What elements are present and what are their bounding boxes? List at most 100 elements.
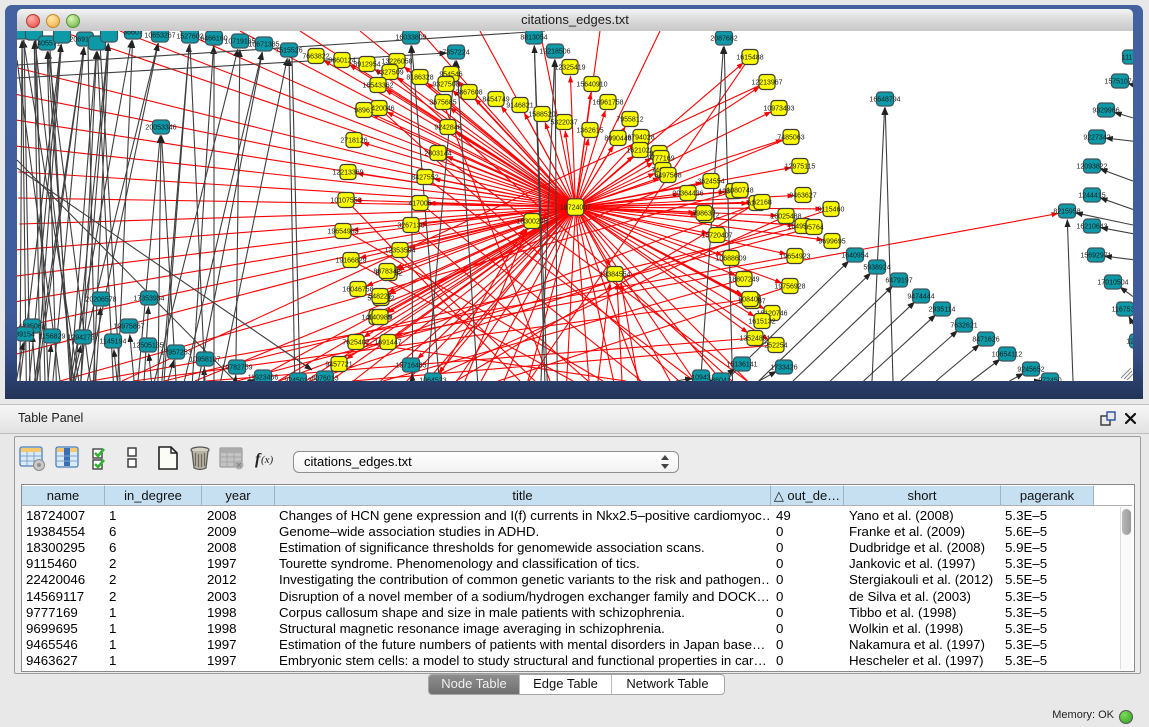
svg-text:10782759: 10782759 (221, 365, 252, 372)
svg-text:5938924: 5938924 (863, 265, 890, 272)
svg-text:9777169: 9777169 (647, 156, 674, 163)
svg-text:12353594: 12353594 (384, 248, 415, 255)
svg-text:7632621: 7632621 (950, 323, 977, 330)
svg-text:13524851: 13524851 (739, 336, 770, 343)
svg-text:8878342: 8878342 (373, 269, 400, 276)
svg-text:9146821: 9146821 (506, 103, 533, 110)
svg-text:1244415: 1244415 (1078, 193, 1105, 200)
svg-text:98961: 98961 (354, 108, 374, 115)
svg-text:20364436: 20364436 (672, 191, 703, 198)
svg-text:6794028: 6794028 (627, 135, 654, 142)
svg-text:8471626: 8471626 (972, 337, 999, 344)
svg-text:8912954: 8912954 (353, 62, 380, 69)
svg-text:15751074: 15751074 (1104, 79, 1133, 86)
svg-text:10943: 10943 (691, 375, 711, 381)
svg-text:19218506: 19218506 (539, 49, 570, 56)
svg-text:1362615: 1362615 (576, 128, 603, 135)
svg-text:2935114: 2935114 (929, 307, 956, 314)
svg-text:10973493: 10973493 (763, 106, 794, 113)
svg-text:972450: 972450 (1038, 378, 1061, 381)
svg-text:19654983: 19654983 (327, 229, 358, 236)
svg-text:908406: 908406 (738, 297, 761, 304)
svg-text:9327508: 9327508 (432, 82, 459, 89)
svg-text:16648794: 16648794 (869, 97, 900, 104)
svg-text:1733426: 1733426 (770, 365, 797, 372)
svg-text:18807249: 18807249 (728, 277, 759, 284)
svg-text:12093822: 12093822 (1076, 164, 1107, 171)
svg-text:2718126: 2718126 (340, 138, 367, 145)
svg-text:9327509: 9327509 (376, 70, 403, 77)
svg-text:548222: 548222 (368, 294, 391, 301)
svg-text:18300295: 18300295 (516, 219, 547, 226)
svg-text:5322037: 5322037 (550, 120, 577, 127)
svg-text:798637: 798637 (692, 211, 715, 218)
svg-text:19756928: 19756928 (774, 284, 805, 291)
svg-text:9242848: 9242848 (434, 125, 461, 132)
svg-text:3267130: 3267130 (397, 223, 424, 230)
svg-text:9860124: 9860124 (328, 58, 355, 65)
svg-text:12505135: 12505135 (132, 343, 163, 350)
svg-text:11172: 11172 (1122, 55, 1133, 62)
svg-text:7625402: 7625402 (342, 340, 369, 347)
svg-text:9474444: 9474444 (907, 294, 934, 301)
svg-text:15720407: 15720407 (701, 233, 732, 240)
svg-text:2087682: 2087682 (710, 36, 737, 43)
svg-text:1615488: 1615488 (736, 55, 763, 62)
svg-text:6497568: 6497568 (654, 173, 681, 180)
svg-text:140989: 140989 (368, 315, 391, 322)
svg-text:17353934: 17353934 (133, 296, 164, 303)
svg-text:39154: 39154 (17, 332, 35, 339)
svg-text:16033809: 16033809 (395, 35, 426, 42)
svg-text:1064523: 1064523 (419, 378, 446, 381)
svg-text:12975115: 12975115 (785, 164, 816, 171)
svg-text:62168: 62168 (752, 200, 772, 207)
svg-text:17957253: 17957253 (160, 350, 191, 357)
svg-text:7485063: 7485063 (777, 135, 804, 142)
svg-text:12325419: 12325419 (554, 65, 585, 72)
svg-text:(x): (x) (261, 454, 274, 466)
svg-text:10958107: 10958107 (189, 357, 220, 364)
svg-text:9329966: 9329966 (1092, 108, 1119, 115)
svg-text:36607: 36607 (123, 31, 143, 37)
svg-text:86041: 86041 (711, 378, 731, 381)
svg-text:20206578: 20206578 (85, 297, 116, 304)
svg-text:1588520: 1588520 (528, 112, 555, 119)
svg-text:8186328: 8186328 (406, 75, 433, 82)
svg-text:7955812: 7955812 (616, 117, 643, 124)
svg-text:17010504: 17010504 (1097, 280, 1128, 287)
svg-text:19384554: 19384554 (599, 272, 630, 279)
svg-text:10688609: 10688609 (715, 256, 746, 263)
svg-text:6479197: 6479197 (885, 278, 912, 285)
svg-text:1156829: 1156829 (39, 334, 66, 341)
svg-text:2867608: 2867608 (455, 90, 482, 97)
svg-text:12213967: 12213967 (751, 80, 782, 87)
svg-text:12213369: 12213369 (332, 170, 363, 177)
svg-text:1167531: 1167531 (1112, 307, 1133, 314)
svg-text:10653267: 10653267 (144, 33, 175, 40)
svg-text:2803144: 2803144 (424, 151, 451, 158)
svg-text:3675685: 3675685 (429, 100, 456, 107)
svg-text:9463627: 9463627 (789, 193, 816, 200)
svg-text:20053346: 20053346 (145, 125, 176, 132)
svg-text:11923466: 11923466 (248, 375, 279, 381)
svg-text:8076013: 8076013 (311, 376, 338, 381)
svg-text:9115460: 9115460 (818, 207, 845, 214)
svg-text:9699695: 9699695 (818, 239, 845, 246)
svg-text:15640910: 15640910 (576, 82, 607, 89)
svg-text:15692971: 15692971 (1080, 253, 1111, 260)
svg-text:1691447: 1691447 (374, 340, 401, 347)
svg-text:15136141: 15136141 (726, 362, 757, 369)
svg-text:1145194: 1145194 (100, 339, 127, 346)
svg-text:120403: 120403 (1126, 339, 1133, 346)
svg-text:7663822: 7663822 (302, 54, 329, 61)
svg-text:19654923: 19654923 (779, 254, 810, 261)
svg-text:8215958: 8215958 (1053, 209, 1080, 216)
svg-text:1080748: 1080748 (726, 188, 753, 195)
svg-text:9245012: 9245012 (284, 378, 311, 381)
svg-text:16543362: 16543362 (362, 83, 393, 90)
svg-text:9245652: 9245652 (1017, 367, 1044, 374)
svg-text:8427552: 8427552 (411, 175, 438, 182)
svg-text:16210643: 16210643 (1076, 224, 1107, 231)
svg-text:18724007: 18724007 (560, 205, 591, 212)
svg-text:252254: 252254 (764, 343, 787, 350)
